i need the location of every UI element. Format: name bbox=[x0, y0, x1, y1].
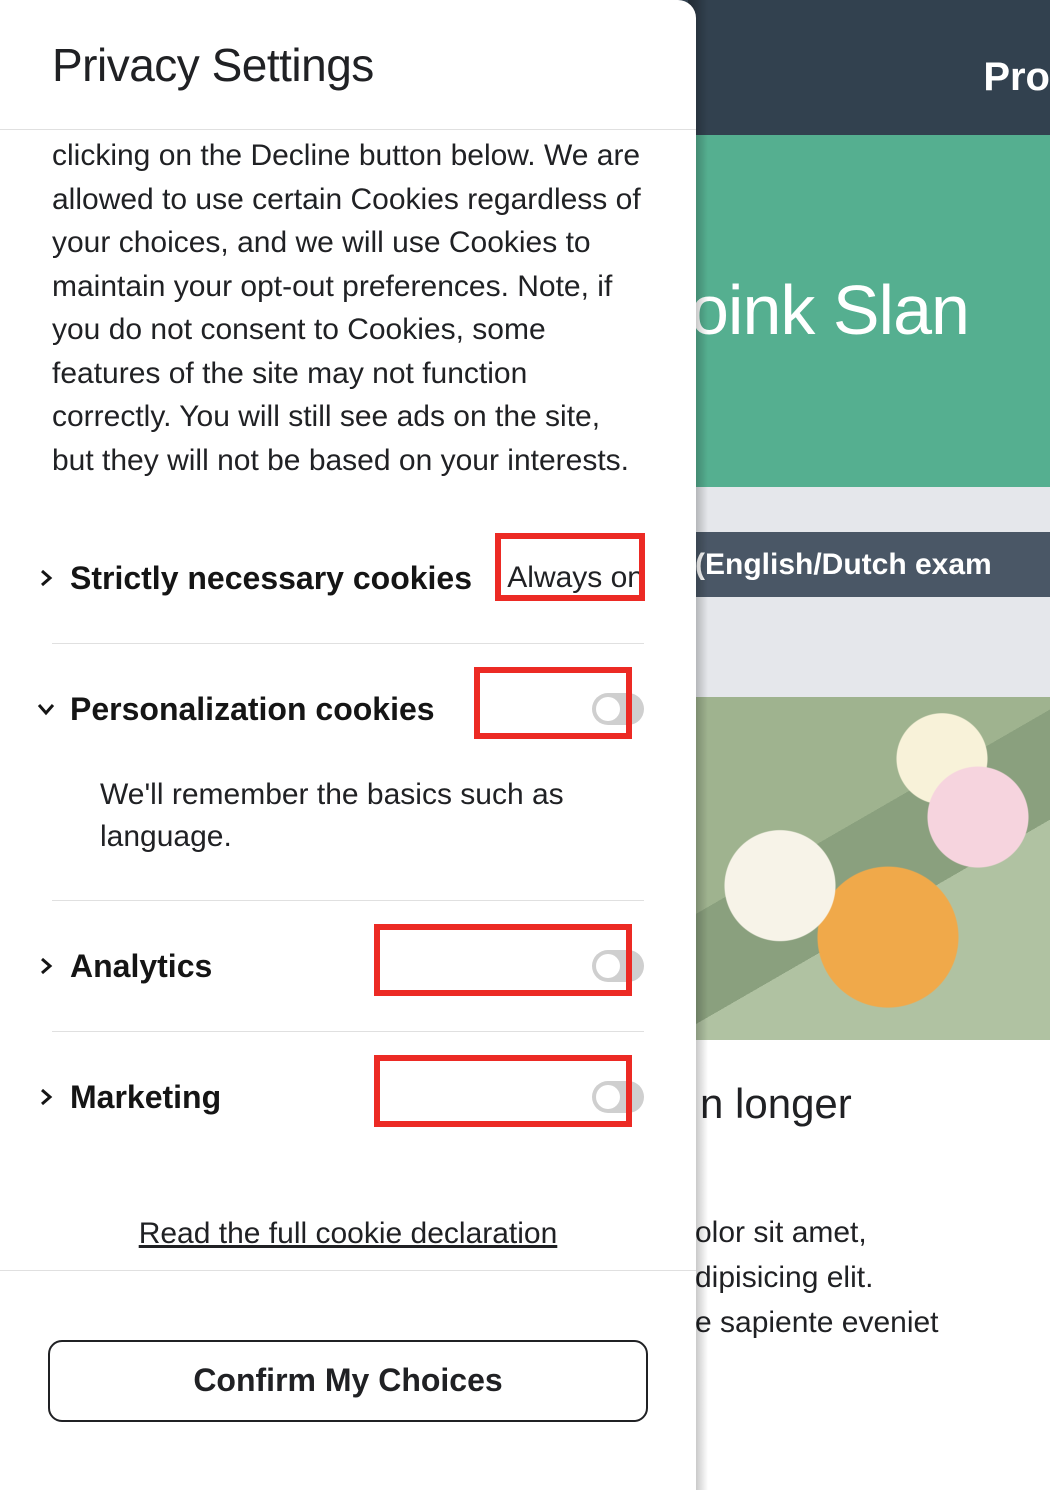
category-header[interactable]: Strictly necessary cookies Always on bbox=[52, 513, 644, 643]
toggle-marketing[interactable] bbox=[592, 1081, 644, 1113]
privacy-settings-panel: Privacy Settings clicking on the Decline… bbox=[0, 0, 696, 1490]
confirm-my-choices-button[interactable]: Confirm My Choices bbox=[48, 1340, 648, 1422]
category-name: Personalization cookies bbox=[70, 691, 474, 728]
hero-title-fragment: oink Slan bbox=[690, 270, 969, 350]
panel-footer: Confirm My Choices bbox=[0, 1270, 696, 1490]
category-name: Analytics bbox=[70, 948, 374, 985]
chevron-right-icon bbox=[34, 1088, 58, 1106]
article-image-flowers bbox=[690, 697, 1050, 1040]
always-on-label: Always on bbox=[507, 561, 644, 595]
panel-intro-text: clicking on the Decline button below. We… bbox=[52, 130, 644, 512]
full-cookie-declaration-link[interactable]: Read the full cookie declaration bbox=[139, 1217, 558, 1250]
category-strictly-necessary: Strictly necessary cookies Always on bbox=[52, 512, 644, 644]
category-header[interactable]: Analytics bbox=[52, 901, 644, 1031]
panel-title: Privacy Settings bbox=[52, 38, 374, 92]
declaration-row: Read the full cookie declaration bbox=[52, 1162, 644, 1251]
category-header[interactable]: Personalization cookies bbox=[52, 644, 644, 774]
article-heading-fragment: n longer bbox=[700, 1080, 852, 1128]
category-description: We'll remember the basics such as langua… bbox=[52, 774, 644, 900]
article-body-fragment: olor sit amet, dipisicing elit. e sapien… bbox=[695, 1210, 939, 1345]
category-name: Strictly necessary cookies bbox=[70, 560, 507, 597]
nav-link-pro[interactable]: Pro bbox=[983, 55, 1050, 100]
chevron-right-icon bbox=[34, 957, 58, 975]
breadcrumb-text: (English/Dutch exam bbox=[695, 548, 992, 582]
toggle-personalization[interactable] bbox=[592, 693, 644, 725]
toggle-analytics[interactable] bbox=[592, 950, 644, 982]
category-name: Marketing bbox=[70, 1079, 374, 1116]
category-analytics: Analytics bbox=[52, 901, 644, 1032]
chevron-right-icon bbox=[34, 569, 58, 587]
panel-body: clicking on the Decline button below. We… bbox=[0, 130, 696, 1270]
chevron-down-icon bbox=[34, 700, 58, 718]
category-personalization: Personalization cookies We'll remember t… bbox=[52, 644, 644, 901]
category-header[interactable]: Marketing bbox=[52, 1032, 644, 1162]
panel-header: Privacy Settings bbox=[0, 0, 696, 130]
category-marketing: Marketing bbox=[52, 1032, 644, 1162]
